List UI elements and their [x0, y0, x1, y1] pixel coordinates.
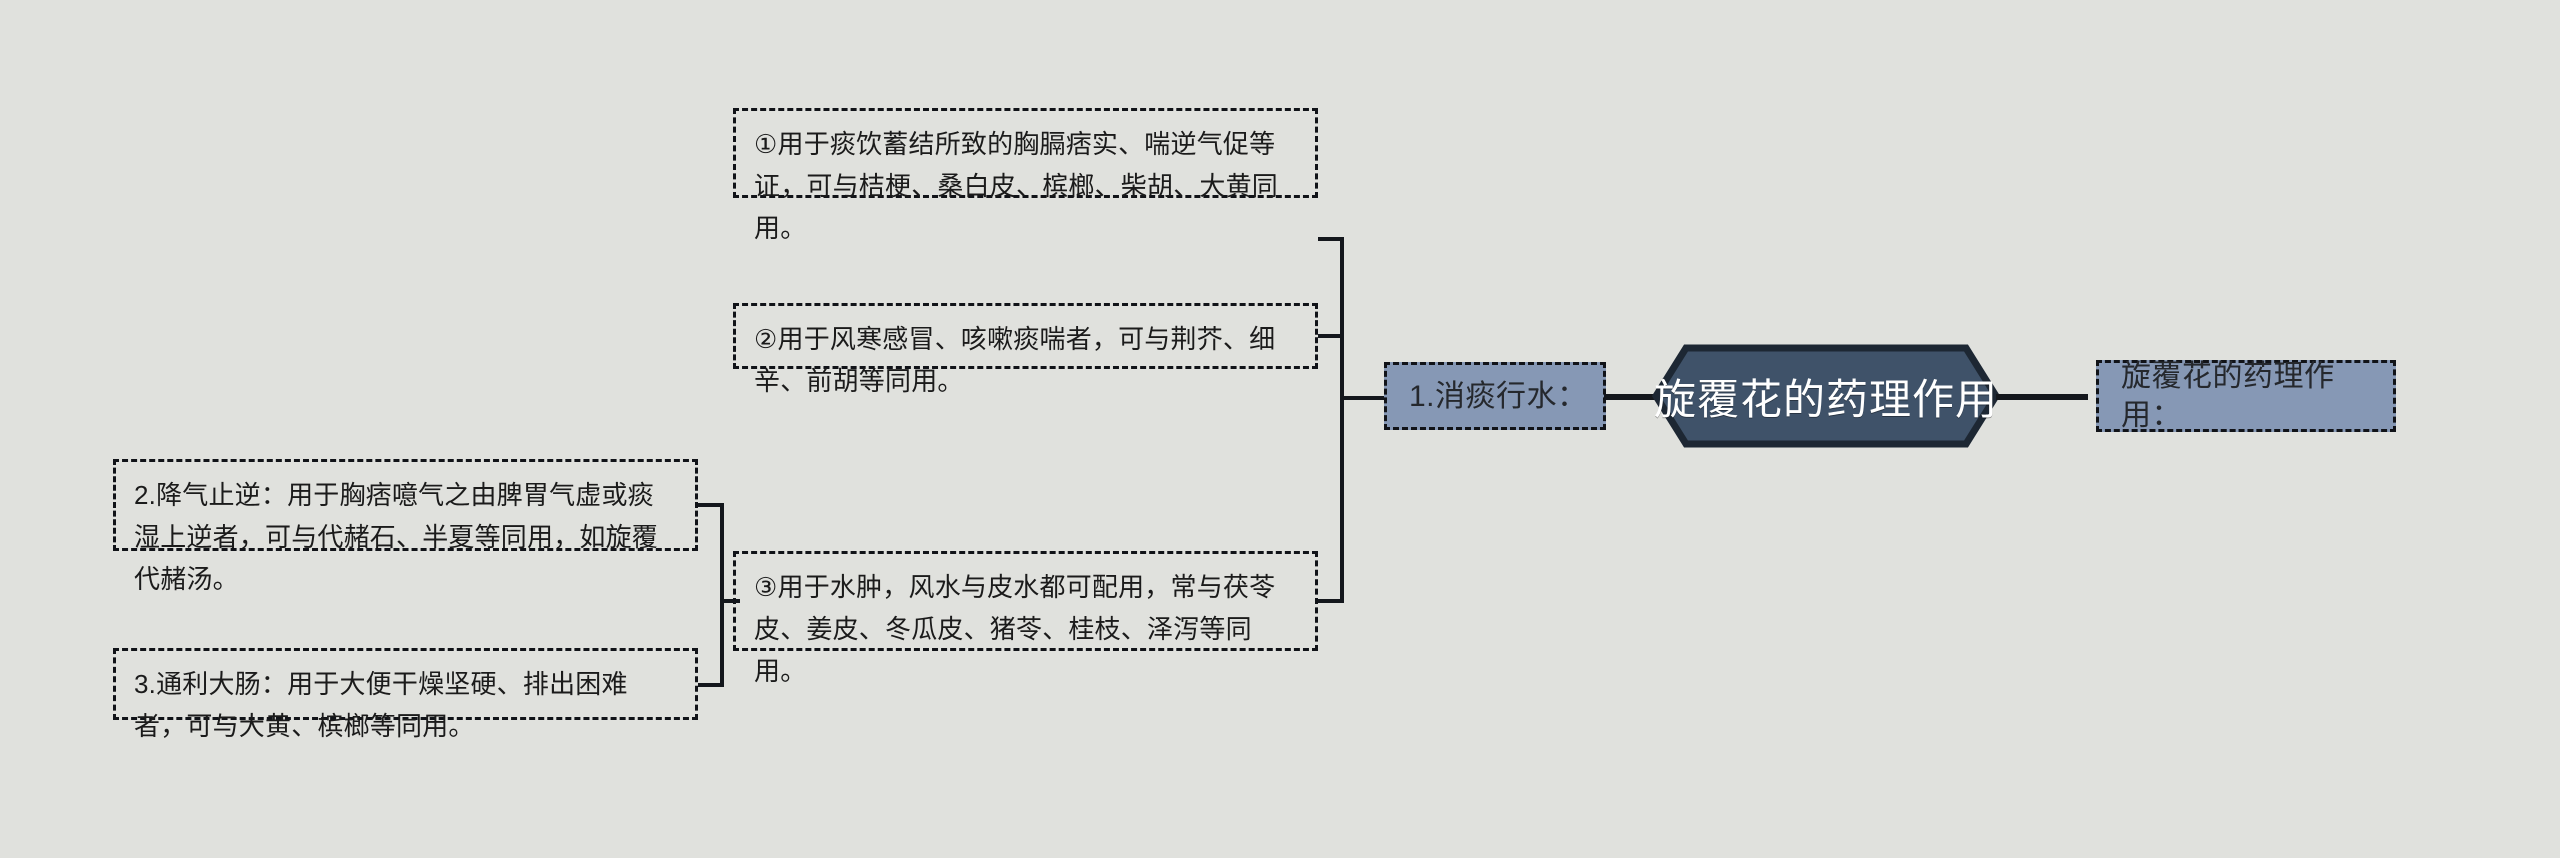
connector-branch1-spine	[1340, 237, 1344, 603]
leaf-box-branch-2: 2.降气止逆：用于胸痞噫气之由脾胃气虚或痰湿上逆者，可与代赭石、半夏等同用，如旋…	[113, 459, 698, 594]
branch-node-1[interactable]: 1.消痰行水：	[1384, 362, 1606, 430]
center-node[interactable]: 旋覆花的药理作用	[1651, 344, 2001, 448]
connector-branch1-node	[1340, 396, 1384, 400]
leaf-box-2: ②用于风寒感冒、咳嗽痰喘者，可与荆芥、细辛、前胡等同用。	[733, 303, 1318, 396]
mindmap-canvas: ①用于痰饮蓄结所致的胸膈痞实、喘逆气促等证，可与桔梗、桑白皮、槟榔、柴胡、大黄同…	[0, 0, 2560, 858]
leaf-box-branch-3: 3.通利大肠：用于大便干燥坚硬、排出困难者，可与大黄、槟榔等同用。	[113, 648, 698, 741]
leaf-box-3: ③用于水肿，风水与皮水都可配用，常与茯苓皮、姜皮、冬瓜皮、猪苓、桂枝、泽泻等同用…	[733, 551, 1318, 686]
leaf-box-1: ①用于痰饮蓄结所致的胸膈痞实、喘逆气促等证，可与桔梗、桑白皮、槟榔、柴胡、大黄同…	[733, 108, 1318, 243]
right-node[interactable]: 旋覆花的药理作用：	[2096, 360, 2396, 432]
connector-left-spine	[720, 503, 724, 687]
connector-center-to-right	[1996, 394, 2088, 400]
connector-left-spine-to-leaf3	[720, 599, 740, 603]
